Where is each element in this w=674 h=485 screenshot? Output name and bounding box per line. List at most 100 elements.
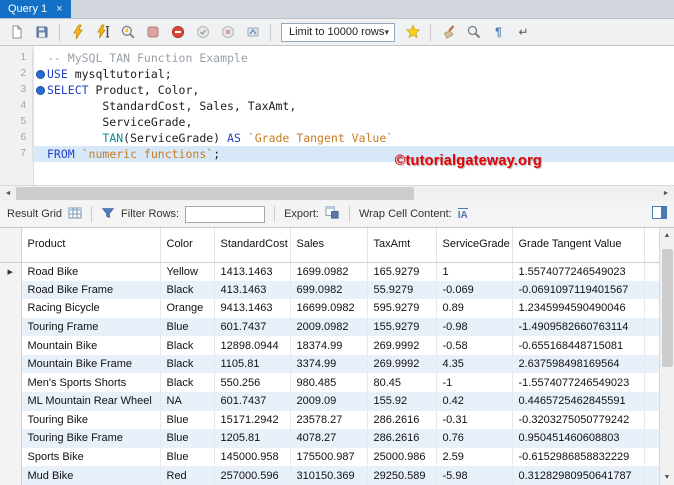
wrap-text-icon[interactable]: ↵ [512,22,535,43]
column-header-servicegrade[interactable]: ServiceGrade [436,228,513,263]
editor-horizontal-scrollbar[interactable] [0,185,674,201]
grid-cell[interactable]: Racing Bicycle [21,299,161,318]
grid-cell[interactable]: Blue [160,429,215,448]
grid-cell[interactable]: 23578.27 [290,410,368,430]
grid-cell[interactable]: Road Bike [21,262,161,281]
grid-cell[interactable]: 257000.596 [214,466,291,485]
grid-cell[interactable]: 550.256 [214,373,291,393]
grid-cell[interactable]: Black [160,373,215,393]
grid-cell[interactable]: 9413.1463 [214,299,291,318]
grid-cell[interactable]: Yellow [160,262,215,281]
grid-cell[interactable]: 155.9279 [367,317,437,337]
grid-cell[interactable]: Mud Bike [21,466,161,485]
grid-cell[interactable]: 2009.09 [290,392,368,411]
toggle-stop-on-error-icon[interactable] [166,22,189,43]
grid-cell[interactable]: 1699.0982 [290,262,368,281]
column-header-standardcost[interactable]: StandardCost [214,228,291,263]
invisible-characters-icon[interactable]: ¶ [487,22,510,43]
grid-cell[interactable]: -0.6152986858832229 [512,447,645,467]
code-line[interactable]: 1 -- MySQL TAN Function Example [0,50,674,66]
grid-cell[interactable]: Touring Frame [21,317,161,337]
grid-cell[interactable]: 595.9279 [367,299,437,318]
grid-cell[interactable]: NA [160,392,215,411]
grid-cell[interactable]: 980.485 [290,373,368,393]
grid-cell[interactable]: 15171.2942 [214,410,291,430]
grid-cell[interactable]: 310150.369 [290,466,368,485]
table-row[interactable]: Racing Bicycle Orange 9413.1463 16699.0982 5… [0,299,659,318]
table-row[interactable]: Men's Sports Shorts Black 550.256 980.485 80… [0,373,659,393]
export-icon[interactable] [325,205,340,223]
column-header-grade-tangent-value[interactable]: Grade Tangent Value [512,228,645,263]
table-row[interactable]: ML Mountain Rear Wheel NA 601.7437 2009.09 1… [0,392,659,411]
grid-cell[interactable]: 699.0982 [290,280,368,300]
grid-cell[interactable]: -0.0691097119401567 [512,280,645,300]
grid-cell[interactable]: Touring Bike [21,410,161,430]
grid-cell[interactable]: Black [160,336,215,355]
grid-cell[interactable]: -0.3203275050779242 [512,410,645,430]
commit-icon[interactable] [191,22,214,43]
grid-cell[interactable]: 145000.958 [214,447,291,467]
grid-cell[interactable]: ML Mountain Rear Wheel [21,392,161,411]
column-header-taxamt[interactable]: TaxAmt [367,228,437,263]
table-row[interactable]: Road Bike Frame Black 413.1463 699.0982 55.9… [0,280,659,300]
grid-cell[interactable]: Touring Bike Frame [21,429,161,448]
explain-plan-icon[interactable] [116,22,139,43]
table-row[interactable]: Mountain Bike Black 12898.0944 18374.99 269.… [0,336,659,355]
grid-cell[interactable]: 0.31282980950641787 [512,466,645,485]
save-snippet-icon[interactable] [401,22,424,43]
grid-cell[interactable]: 1105.81 [214,354,291,374]
grid-cell[interactable]: 1.2345994590490046 [512,299,645,318]
scroll-right-icon[interactable] [658,186,674,202]
grid-cell[interactable]: 2.637598498169564 [512,354,645,374]
grid-cell[interactable]: Blue [160,410,215,430]
grid-cell[interactable]: 0.89 [436,299,513,318]
stop-query-icon[interactable] [141,22,164,43]
grid-cell[interactable]: 29250.589 [367,466,437,485]
grid-cell[interactable]: 413.1463 [214,280,291,300]
grid-cell[interactable]: Black [160,280,215,300]
grid-cell[interactable]: 601.7437 [214,392,291,411]
grid-cell[interactable]: 0.42 [436,392,513,411]
execute-icon[interactable] [66,22,89,43]
table-row[interactable]: Touring Frame Blue 601.7437 2009.0982 155.92… [0,317,659,337]
grid-cell[interactable]: 25000.986 [367,447,437,467]
save-script-icon[interactable] [30,22,53,43]
grid-cell[interactable]: -0.31 [436,410,513,430]
grid-cell[interactable]: 286.2616 [367,410,437,430]
table-row[interactable]: Mud Bike Red 257000.596 310150.369 29250.589… [0,466,659,485]
code-line[interactable]: 3 SELECT Product, Color, [0,82,674,98]
grid-cell[interactable]: 1.5574077246549023 [512,262,645,281]
grid-cell[interactable]: 0.76 [436,429,513,448]
grid-cell[interactable]: 155.92 [367,392,437,411]
table-row[interactable]: Sports Bike Blue 145000.958 175500.987 25000… [0,447,659,467]
grid-cell[interactable]: Orange [160,299,215,318]
grid-cell[interactable]: Blue [160,447,215,467]
open-script-icon[interactable] [5,22,28,43]
grid-cell[interactable]: 2.59 [436,447,513,467]
grid-cell[interactable]: 175500.987 [290,447,368,467]
table-row[interactable]: ▶ Road Bike Yellow 1413.1463 1699.0982 165.92… [0,262,659,281]
grid-cell[interactable]: -0.069 [436,280,513,300]
grid-cell[interactable]: -0.655168448715081 [512,336,645,355]
column-header-product[interactable]: Product [21,228,161,263]
panel-toggle-icon[interactable] [652,206,667,222]
grid-cell[interactable]: -5.98 [436,466,513,485]
grid-cell[interactable]: 12898.0944 [214,336,291,355]
filter-rows-input[interactable] [185,205,266,223]
grid-cell[interactable]: 80.45 [367,373,437,393]
grid-cell[interactable]: 3374.99 [290,354,368,374]
grid-cell[interactable]: Road Bike Frame [21,280,161,300]
limit-rows-dropdown[interactable]: Limit to 10000 rows [281,22,395,42]
grid-cell[interactable]: 1205.81 [214,429,291,448]
grid-cell[interactable]: 0.950451460608803 [512,429,645,448]
vscroll-thumb[interactable] [661,249,673,367]
table-row[interactable]: Mountain Bike Frame Black 1105.81 3374.99 26… [0,354,659,374]
grid-cell[interactable]: 1 [436,262,513,281]
table-row[interactable]: Touring Bike Frame Blue 1205.81 4078.27 286.… [0,429,659,448]
grid-cell[interactable]: 0.4465725462845591 [512,392,645,411]
grid-cell[interactable]: -0.98 [436,317,513,337]
code-line[interactable]: 7 FROM `numeric functions`; [0,146,674,162]
grid-cell[interactable]: Mountain Bike Frame [21,354,161,374]
sql-editor[interactable]: 1 -- MySQL TAN Function Example 2 USE mysql… [0,46,674,185]
code-line[interactable]: 4 StandardCost, Sales, TaxAmt, [0,98,674,114]
